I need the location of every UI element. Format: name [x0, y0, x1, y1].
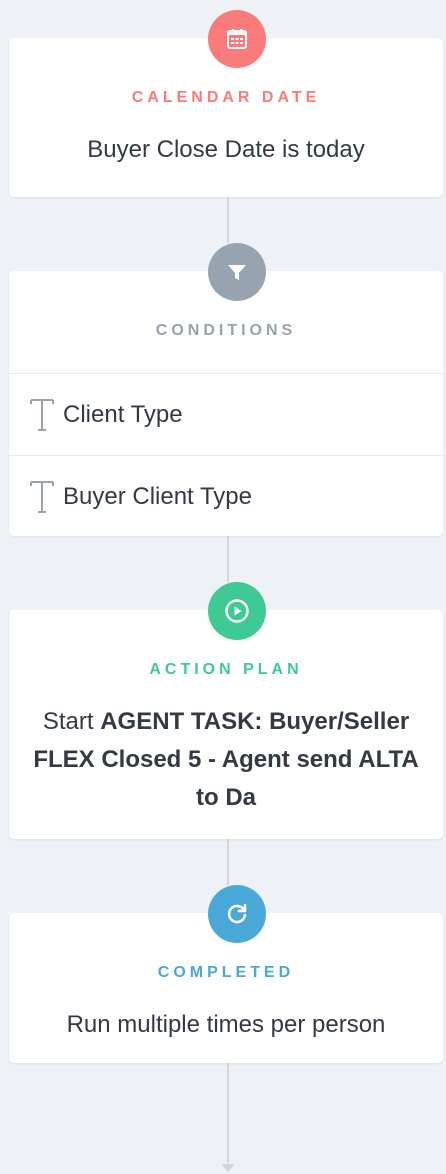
workflow-canvas: CALENDAR DATE Buyer Close Date is today … [0, 0, 446, 1174]
connector-line [227, 197, 229, 243]
conditions-card[interactable]: CONDITIONS Client Type Buyer Client Type [9, 243, 443, 537]
play-icon [208, 582, 266, 640]
condition-row[interactable]: Buyer Client Type [9, 455, 443, 537]
trigger-heading: CALENDAR DATE [131, 89, 321, 106]
completed-card[interactable]: COMPLETED Run multiple times per person [9, 885, 443, 1063]
connector-line [227, 1063, 229, 1163]
completed-heading: COMPLETED [157, 964, 295, 981]
action-prefix: Start [42, 708, 94, 735]
trigger-card[interactable]: CALENDAR DATE Buyer Close Date is today [9, 10, 443, 197]
action-plan-card[interactable]: ACTION PLAN Start AGENT TASK: Buyer/Sell… [9, 582, 443, 839]
text-field-icon [29, 398, 55, 432]
calendar-icon [208, 10, 266, 68]
flow-end-arrow-icon [221, 1164, 235, 1172]
trigger-description: Buyer Close Date is today [87, 136, 365, 163]
conditions-heading: CONDITIONS [155, 322, 297, 339]
connector-line [227, 839, 229, 885]
completed-description: Run multiple times per person [66, 1011, 386, 1038]
action-plan-heading: ACTION PLAN [149, 661, 303, 678]
condition-label: Client Type [63, 400, 183, 428]
filter-icon [208, 243, 266, 301]
condition-row[interactable]: Client Type [9, 373, 443, 455]
text-field-icon [29, 480, 55, 514]
refresh-icon [208, 885, 266, 943]
action-plan-description: Start AGENT TASK: Buyer/Seller FLEX Clos… [29, 703, 423, 817]
connector-line [227, 536, 229, 582]
condition-label: Buyer Client Type [63, 482, 252, 510]
